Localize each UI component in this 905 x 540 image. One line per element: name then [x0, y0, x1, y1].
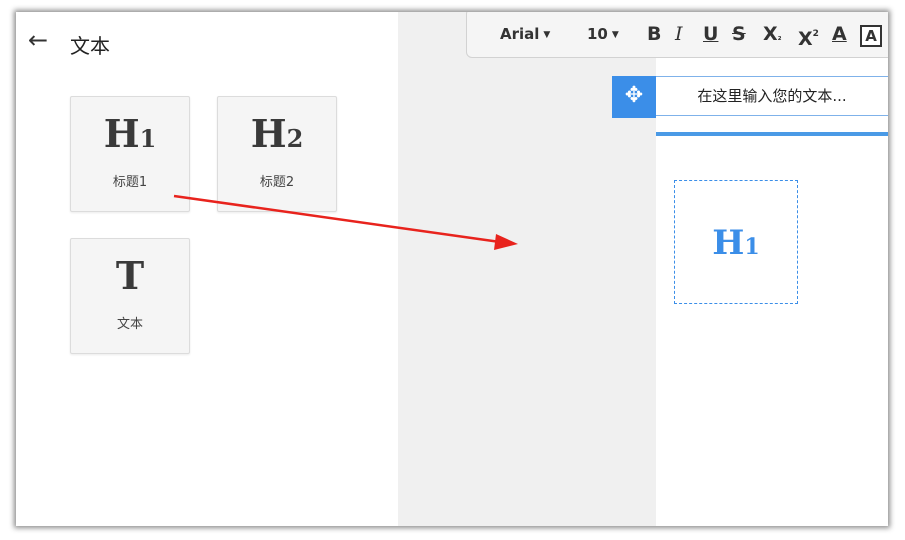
- italic-icon[interactable]: I: [675, 23, 683, 45]
- tile-label: 标题1: [112, 175, 148, 190]
- move-icon[interactable]: ✥: [612, 76, 656, 118]
- heading1-icon: H1: [103, 111, 157, 156]
- font-family-select[interactable]: Arial ▼: [500, 23, 550, 45]
- tile-label: 标题2: [259, 175, 295, 190]
- tile-heading2[interactable]: H2 标题2: [217, 96, 337, 212]
- heading2-icon: H2: [250, 111, 304, 156]
- page-selection-line: [656, 132, 888, 136]
- format-toolbar: Arial ▼ 10 ▼ B I U S X₂ X2 A A: [466, 12, 888, 58]
- chevron-down-icon: ▼: [543, 30, 551, 40]
- heading1-icon: H1: [712, 223, 760, 263]
- chevron-down-icon: ▼: [611, 30, 619, 40]
- tile-label: 文本: [116, 317, 143, 332]
- app-window: ← 文本 H1 标题1 H2 标题2 T 文本 Arial ▼ 10 ▼ B I U…: [16, 12, 888, 526]
- back-arrow-icon[interactable]: ←: [28, 28, 48, 52]
- highlight-icon[interactable]: A: [860, 25, 882, 47]
- text-input-field[interactable]: 在这里输入您的文本...: [656, 76, 888, 116]
- subscript-icon[interactable]: X₂: [763, 23, 782, 45]
- tile-heading1[interactable]: H1 标题1: [70, 96, 190, 212]
- strikethrough-icon[interactable]: S: [732, 23, 746, 45]
- dropped-heading-box[interactable]: H1: [674, 180, 798, 304]
- tile-text[interactable]: T 文本: [70, 238, 190, 354]
- panel-title: 文本: [70, 34, 110, 58]
- text-panel: ← 文本 H1 标题1 H2 标题2 T 文本: [16, 12, 398, 526]
- underline-icon[interactable]: U: [703, 23, 718, 45]
- font-size-select[interactable]: 10 ▼: [587, 23, 619, 45]
- text-icon: T: [115, 253, 145, 298]
- font-color-icon[interactable]: A: [832, 23, 847, 45]
- superscript-icon[interactable]: X2: [798, 23, 819, 50]
- bold-icon[interactable]: B: [647, 23, 661, 45]
